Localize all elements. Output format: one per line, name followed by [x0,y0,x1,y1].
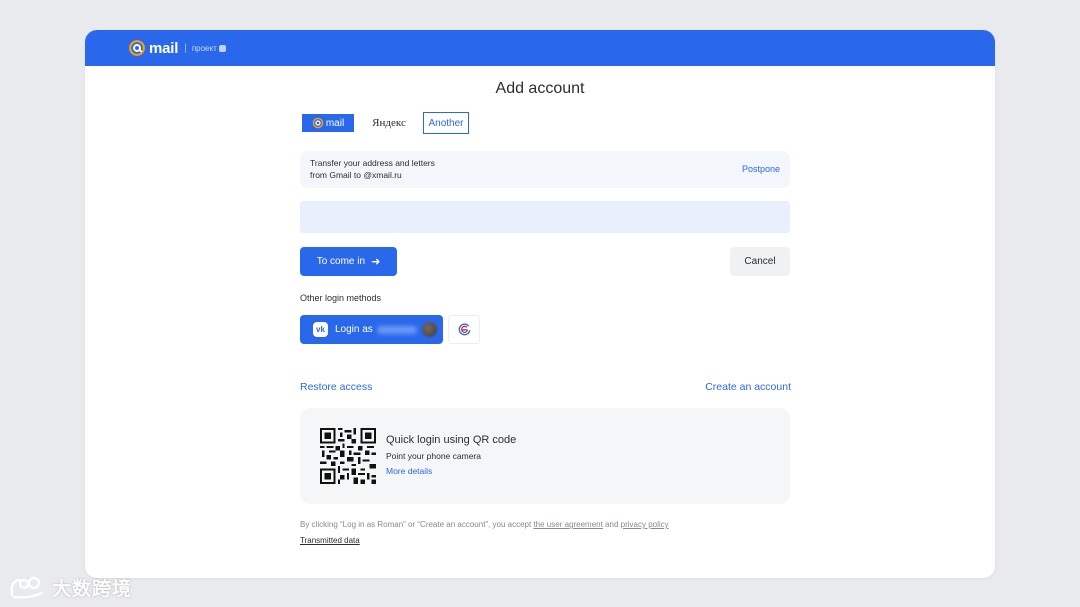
watermark-text: 大数跨境 [52,579,133,600]
cancel-label: Cancel [744,256,776,267]
vk-login-label: Login as [335,324,373,335]
user-agreement-link[interactable]: the user agreement [533,520,602,529]
provider-another-label: Another [428,117,464,129]
other-login-methods-label: Other login methods [300,293,382,303]
legal-notice: By clicking “Log in as Roman” or “Create… [300,520,669,529]
qr-subtitle: Point your phone camera [386,451,481,461]
restore-access-link[interactable]: Restore access [300,381,372,393]
page-title: Add account [495,80,585,97]
banner-text: Transfer your address and letters from G… [310,157,435,181]
mail-logo[interactable]: mail | проект [128,39,226,57]
alt-login-icon [458,323,470,336]
legal-and: and [602,520,621,529]
watermark-logo-icon [10,576,44,599]
project-badge-icon [218,44,226,52]
watermark: 大数跨境 [8,574,132,601]
legal-prefix: By clicking “Log in as Roman” or “Create… [300,520,534,529]
login-input[interactable] [300,201,790,233]
arrow-right-icon: ➜ [371,256,381,268]
vk-login-button[interactable]: vk Login as [300,315,443,344]
blurred-avatar [421,322,437,337]
logo-separator: | [184,42,187,54]
cancel-button[interactable]: Cancel [730,247,790,276]
provider-tab-yandex[interactable]: Яндекс [371,114,407,132]
postpone-link[interactable]: Postpone [742,164,780,174]
at-sign-icon [129,40,145,56]
privacy-policy-link[interactable]: privacy policy [621,520,669,529]
provider-tab-mail[interactable]: mail [302,114,354,132]
logo-project-label: проект [191,43,217,53]
gmail-transfer-banner: Transfer your address and letters from G… [300,151,790,188]
come-in-label: To come in [316,256,366,267]
qr-login-card: Quick login using QR code Point your pho… [300,408,790,504]
alt-login-button[interactable] [448,315,480,344]
create-account-link[interactable]: Create an account [705,381,791,393]
banner-text-line-2: from Gmail to @xmail.ru [310,170,402,180]
provider-tab-another[interactable]: Another [423,112,469,134]
yandex-logo: Яндекс [372,117,406,129]
qr-code-icon[interactable] [320,428,376,484]
come-in-button[interactable]: To come in ➜ [300,247,397,276]
top-bar: mail | проект [85,30,995,66]
logo-text: mail [149,39,179,57]
at-sign-icon [312,117,324,129]
qr-more-details-link[interactable]: More details [386,466,432,476]
add-account-window: mail | проект Add account mail Яндекс An… [85,30,995,578]
blurred-username [376,325,417,334]
banner-text-line-1: Transfer your address and letters [310,158,435,168]
transmitted-data-link[interactable]: Transmitted data [300,536,360,545]
qr-title: Quick login using QR code [386,434,517,446]
provider-mail-label: mail [325,117,345,129]
vk-icon: vk [313,322,328,337]
